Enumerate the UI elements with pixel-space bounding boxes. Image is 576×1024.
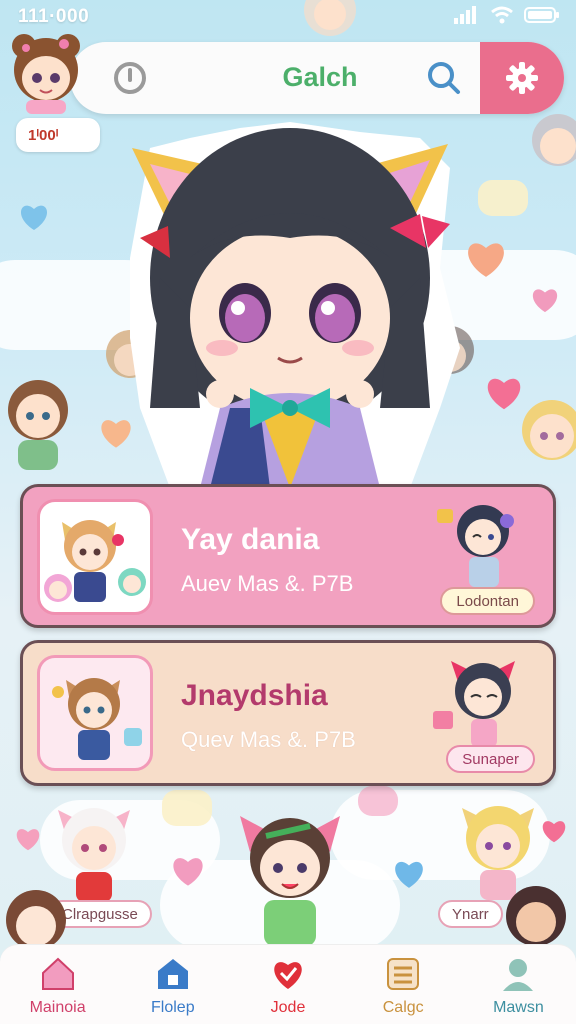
avatar[interactable] <box>4 30 88 114</box>
heart-decoration-icon <box>16 829 40 851</box>
speech-bubble-decoration <box>358 786 398 816</box>
profile-card-1[interactable]: Yay dania Auev Mas &. P7B Lodontan <box>20 484 556 628</box>
card-thumbnail <box>37 499 153 615</box>
battery-icon <box>524 7 559 23</box>
card-character <box>433 661 515 747</box>
card-name: Yay dania <box>181 523 320 556</box>
card-tag[interactable]: Sunaper <box>446 745 535 773</box>
tab-label: Mawsn <box>493 999 544 1016</box>
tab-label: Jode <box>270 999 306 1016</box>
bottom-character-center <box>240 816 340 946</box>
card-subtitle: Quev Mas &. P7B <box>181 727 356 752</box>
house-icon <box>157 959 188 989</box>
background-character <box>522 400 576 460</box>
heart-decoration-icon <box>173 858 203 886</box>
search-bar[interactable]: Galch <box>70 42 564 114</box>
background-character <box>8 380 68 470</box>
card-thumbnail <box>37 655 153 771</box>
background-character <box>532 114 576 166</box>
wifi-icon <box>491 6 513 24</box>
tab-mainoia[interactable]: Mainoia <box>0 945 115 1024</box>
status-time: 111·000 <box>18 6 90 27</box>
list-icon <box>387 958 420 990</box>
settings-button[interactable] <box>480 42 564 114</box>
card-name: Jnaydshia <box>181 679 328 712</box>
heart-decoration-icon <box>468 243 504 277</box>
tab-label: Calgc <box>382 999 424 1016</box>
tab-label: Mainoia <box>29 999 86 1016</box>
tab-flolep[interactable]: Flolep <box>115 945 230 1024</box>
profile-icon <box>503 959 534 991</box>
bottom-character-corner-left <box>6 890 66 950</box>
tab-label: Flolep <box>151 999 195 1016</box>
card-subtitle: Auev Mas &. P7B <box>181 571 354 596</box>
search-icon[interactable] <box>424 58 464 98</box>
clock-icon[interactable] <box>112 60 148 96</box>
tab-mawsn[interactable]: Mawsn <box>461 945 576 1024</box>
gear-icon <box>506 62 538 94</box>
signal-icon <box>454 6 476 24</box>
tab-bar: Mainoia Flolep Jode Calgc Mawsn <box>0 944 576 1024</box>
card-tag[interactable]: Lodontan <box>440 587 535 615</box>
heart-decoration-icon <box>20 205 48 230</box>
speech-bubble-decoration <box>478 180 528 216</box>
search-title[interactable]: Galch <box>210 62 430 93</box>
status-icons <box>454 6 560 24</box>
heart-icon <box>274 962 302 989</box>
home-icon <box>41 957 74 990</box>
bottom-character-corner-right <box>506 886 566 946</box>
profile-card-2[interactable]: Jnaydshia Quev Mas &. P7B Sunaper <box>20 640 556 786</box>
heart-decoration-icon <box>395 861 423 888</box>
status-bar: 111·000 <box>0 0 576 34</box>
profile-badge: 1ᴵ00ᴵ <box>16 118 100 152</box>
hero-character <box>130 122 460 488</box>
heart-decoration-icon <box>532 289 558 313</box>
tab-calgc[interactable]: Calgc <box>346 945 461 1024</box>
speech-bubble-decoration <box>162 790 212 826</box>
card-character <box>437 505 514 587</box>
tab-jode[interactable]: Jode <box>230 945 345 1024</box>
